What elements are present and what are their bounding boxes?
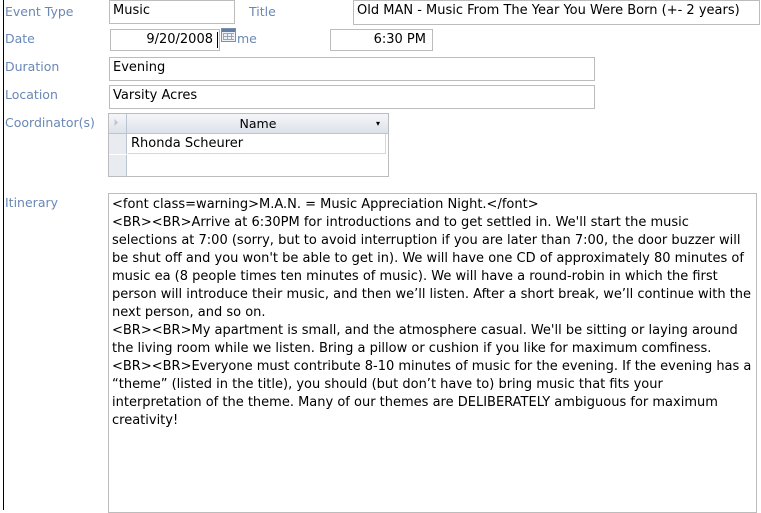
duration-label: Duration — [5, 59, 60, 74]
text-cursor — [217, 32, 218, 48]
event-type-label: Event Type — [5, 4, 74, 19]
time-label: me — [237, 31, 257, 46]
coordinators-subform: Name ▾ Rhonda Scheurer — [108, 113, 389, 177]
itinerary-paragraph: <font class=warning>M.A.N. = Music Appre… — [112, 197, 539, 212]
select-all-triangle-icon[interactable] — [109, 114, 127, 133]
row-selector[interactable] — [109, 134, 127, 154]
location-label: Location — [5, 87, 58, 102]
calendar-icon[interactable] — [221, 28, 236, 42]
date-label: Date — [5, 31, 35, 46]
chevron-down-icon[interactable]: ▾ — [371, 114, 385, 133]
coordinator-name-cell[interactable]: Rhonda Scheurer — [128, 134, 386, 154]
itinerary-label: Itinerary — [5, 195, 59, 210]
new-row-selector[interactable] — [109, 155, 127, 176]
duration-field[interactable]: Evening — [109, 57, 595, 81]
form-left-border — [0, 0, 4, 510]
column-header-name[interactable]: Name — [128, 114, 388, 133]
event-type-field[interactable]: Music — [109, 0, 235, 24]
title-label: Title — [249, 4, 276, 19]
itinerary-paragraph: <BR><BR>Arrive at 6:30PM for introductio… — [112, 215, 752, 320]
time-field[interactable]: 6:30 PM — [330, 29, 433, 51]
date-field[interactable]: 9/20/2008 — [110, 29, 220, 51]
itinerary-field[interactable]: <font class=warning>M.A.N. = Music Appre… — [108, 193, 757, 513]
title-field[interactable]: Old MAN - Music From The Year You Were B… — [353, 0, 760, 25]
subform-header: Name ▾ — [109, 114, 388, 134]
itinerary-paragraph: <BR><BR>Everyone must contribute 8-10 mi… — [112, 359, 752, 428]
coordinators-label: Coordinator(s) — [5, 115, 95, 130]
location-field[interactable]: Varsity Acres — [109, 85, 595, 109]
itinerary-paragraph: <BR><BR>My apartment is small, and the a… — [112, 323, 738, 356]
